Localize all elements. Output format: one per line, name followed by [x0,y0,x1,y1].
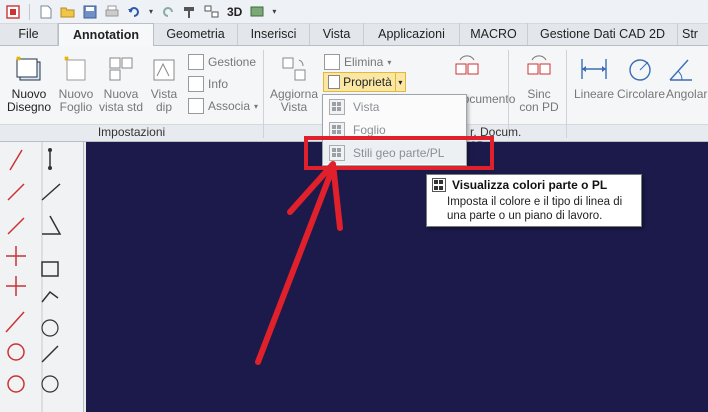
group-impostazioni-label: Impostazioni [97,125,166,139]
nuovo-foglio-button[interactable]: Nuovo Foglio [55,54,97,114]
menu-item-foglio[interactable]: Foglio [323,118,466,141]
chevron-down-icon[interactable]: ▾ [147,3,155,21]
vista-dip-button[interactable]: Vista dip [146,54,182,114]
new-drawing-icon [14,54,44,84]
associa-label: Associa [208,99,251,113]
tooltip-title: Visualizza colori parte o PL [452,178,608,192]
info-icon [188,76,204,92]
circolare-button[interactable]: Circolare [617,54,666,101]
view-icon [329,98,345,115]
tab-geometria[interactable]: Geometria [154,23,238,45]
new-file-icon[interactable] [37,3,55,21]
menu-item-label: Vista [353,99,380,114]
print-icon[interactable] [103,3,121,21]
sinc-label-2: con PD [519,100,559,114]
aggiorna-vista-button[interactable]: Aggiorna Vista [268,54,320,114]
elimina-label: Elimina [344,55,384,69]
sheet-icon [329,121,345,138]
sync-icon [524,54,554,84]
tab-applicazioni[interactable]: Applicazioni [364,23,460,45]
tooltip-body: Imposta il colore e il tipo di linea di … [447,196,623,222]
display-icon[interactable] [248,3,266,21]
chevron-down-icon: ▾ [254,101,259,111]
elimina-icon [324,54,340,70]
info-label: Info [208,77,229,91]
part-style-icon [432,178,446,192]
group-separator [263,50,264,138]
proprieta-icon [328,75,341,89]
chevron-down-icon[interactable]: ▾ [394,73,405,91]
nuovo-disegno-label-2: Disegno [6,100,52,114]
dependent-view-icon [149,54,179,84]
tab-file[interactable]: File [0,23,58,45]
app-menu-icon[interactable] [4,3,22,21]
toolbar-separator [29,3,30,20]
angular-dimension-icon [666,54,696,84]
circular-dimension-icon [626,54,656,84]
tab-macro[interactable]: MACRO [460,23,528,45]
tab-vista[interactable]: Vista [310,23,364,45]
three-d-button[interactable]: 3D [225,3,244,21]
menu-item-label: Foglio [353,122,386,137]
customize-qat-icon[interactable]: ▾ [270,3,278,21]
proprieta-button[interactable]: Proprietà ▾ [323,72,406,92]
proprieta-label: Proprietà [343,75,392,89]
ribbon-tabs: File Annotation Geometria Inserisci Vist… [0,23,708,46]
circolare-label: Circolare [617,87,666,101]
vista-dip-label-2: dip [155,100,172,114]
nuovo-disegno-button[interactable]: Nuovo Disegno [6,54,52,114]
documento-button[interactable] [440,54,494,88]
proprieta-dropdown-menu: Vista Foglio Stili geo parte/PL [322,94,467,166]
tab-annotation[interactable]: Annotation [58,23,154,46]
quick-access-toolbar: ▾ 3D ▾ [0,0,708,24]
palette-tool-icons [5,142,62,412]
gestione-button[interactable]: Gestione [188,54,256,70]
save-icon[interactable] [81,3,99,21]
menu-item-label: Stili geo parte/PL [353,145,445,160]
gestione-icon [188,54,204,70]
group-docum3d-label: r. Docum. 3D [470,125,522,153]
group-separator [566,50,567,138]
menu-item-vista[interactable]: Vista [323,95,466,118]
new-sheet-icon [61,54,91,84]
sinc-con-pd-button[interactable]: Sinc con PD [514,54,564,114]
tooltip: Visualizza colori parte o PL Imposta il … [426,174,642,227]
gestione-label: Gestione [208,55,257,69]
update-view-icon [279,54,309,84]
aggiorna-vista-label-2: Vista [280,100,308,114]
lineare-button[interactable]: Lineare [572,54,616,101]
group-separator [508,50,509,138]
tab-inserisci[interactable]: Inserisci [238,23,310,45]
undo-icon[interactable] [125,3,143,21]
open-folder-icon[interactable] [59,3,77,21]
info-button[interactable]: Info [188,76,228,92]
tool-palette [0,142,84,412]
associa-icon [188,98,204,114]
angolare-label: Angolar [666,87,708,101]
linear-dimension-icon [579,54,609,84]
tab-str[interactable]: Str [678,23,708,45]
menu-item-stili-geo-parte-pl[interactable]: Stili geo parte/PL [323,141,466,164]
document-icon [452,54,482,84]
nuovo-foglio-label-2: Foglio [59,100,93,114]
lineare-label: Lineare [573,87,615,101]
nuova-vista-std-label-2: vista std [98,100,143,114]
elimina-button[interactable]: Elimina ▾ [324,54,391,70]
tab-gestione-dati-cad-2d[interactable]: Gestione Dati CAD 2D [528,23,678,45]
nuova-vista-std-button[interactable]: Nuova vista std [98,54,144,114]
layout-icon[interactable] [203,3,221,21]
new-standard-view-icon [106,54,136,84]
part-style-icon [329,144,345,161]
tools-icon[interactable] [181,3,199,21]
tooltip-header: Visualizza colori parte o PL [432,178,636,192]
angolare-button[interactable]: Angolar [666,54,708,101]
associa-button[interactable]: Associa ▾ [188,98,258,114]
redo-icon[interactable] [159,3,177,21]
